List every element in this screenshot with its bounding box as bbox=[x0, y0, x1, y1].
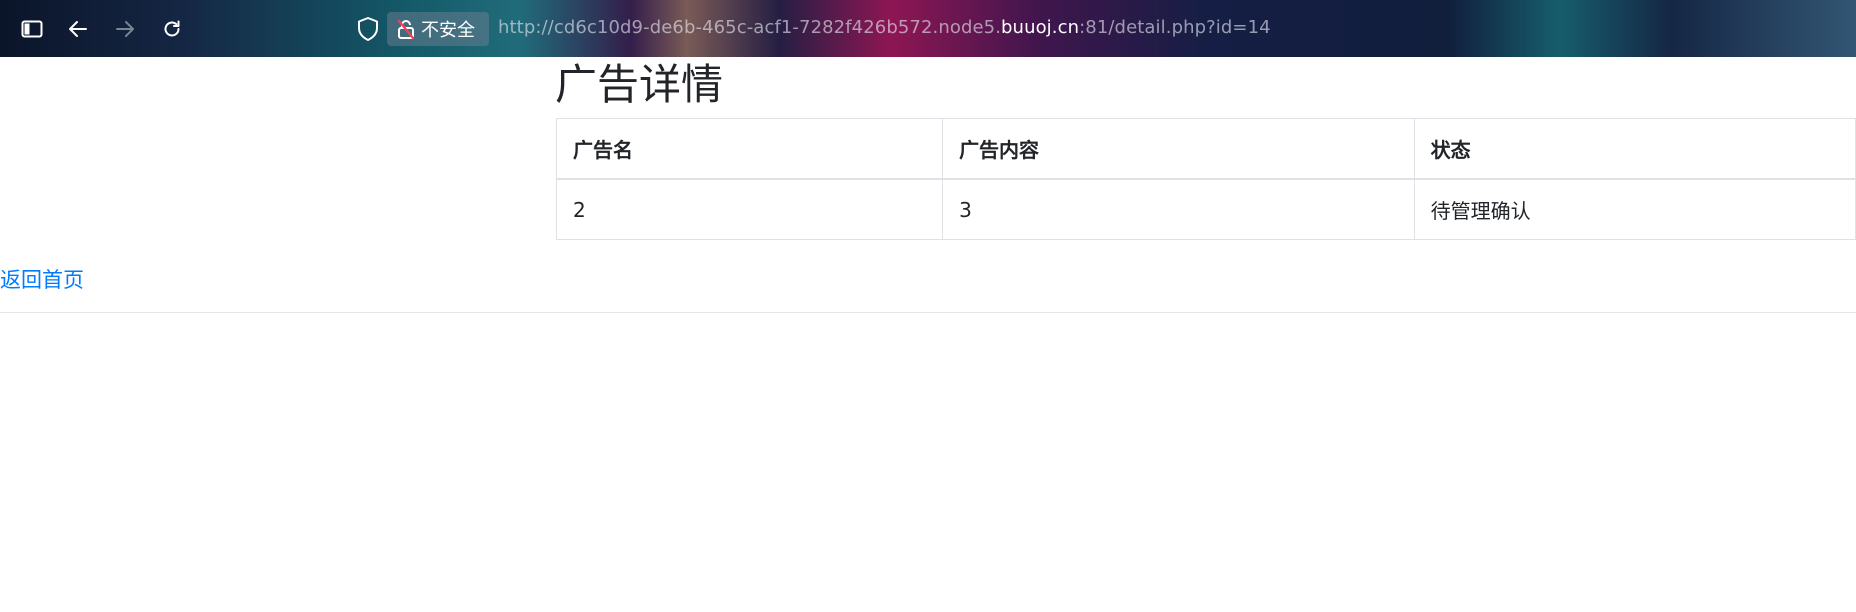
back-arrow-icon bbox=[68, 20, 88, 38]
address-bar[interactable]: http://cd6c10d9-de6b-465c-acf1-7282f426b… bbox=[498, 17, 1271, 38]
forward-button[interactable] bbox=[110, 14, 140, 44]
url-prefix: http://cd6c10d9-de6b-465c-acf1-7282f426b… bbox=[498, 17, 1002, 38]
back-to-home-link[interactable]: 返回首页 bbox=[0, 264, 84, 294]
sidebar-icon bbox=[21, 20, 43, 38]
reload-icon bbox=[162, 19, 182, 39]
cell-status: 待管理确认 bbox=[1413, 178, 1856, 240]
table-row: 2 3 待管理确认 bbox=[555, 178, 1856, 240]
reload-button[interactable] bbox=[157, 14, 187, 44]
sidebar-toggle-button[interactable] bbox=[17, 14, 47, 44]
forward-arrow-icon bbox=[115, 20, 135, 38]
ad-detail-table: 广告名 广告内容 状态 2 3 待管理确认 bbox=[555, 118, 1856, 240]
insecure-lock-icon bbox=[397, 19, 415, 40]
url-suffix: :81/detail.php?id=14 bbox=[1079, 17, 1271, 38]
site-security-indicator[interactable]: 不安全 bbox=[387, 12, 489, 46]
browser-toolbar: 不安全 http://cd6c10d9-de6b-465c-acf1-7282f… bbox=[0, 0, 1856, 57]
shield-icon[interactable] bbox=[356, 16, 380, 42]
table-header-row: 广告名 广告内容 状态 bbox=[555, 118, 1856, 180]
back-button[interactable] bbox=[63, 14, 93, 44]
cell-ad-name: 2 bbox=[555, 178, 944, 240]
security-label: 不安全 bbox=[421, 20, 475, 41]
column-header-ad-content: 广告内容 bbox=[942, 118, 1415, 180]
page-title: 广告详情 bbox=[555, 60, 724, 109]
cell-ad-content: 3 bbox=[942, 178, 1415, 240]
divider bbox=[0, 312, 1856, 313]
column-header-ad-name: 广告名 bbox=[555, 118, 944, 180]
column-header-status: 状态 bbox=[1413, 118, 1856, 180]
url-host: buuoj.cn bbox=[1001, 17, 1080, 38]
